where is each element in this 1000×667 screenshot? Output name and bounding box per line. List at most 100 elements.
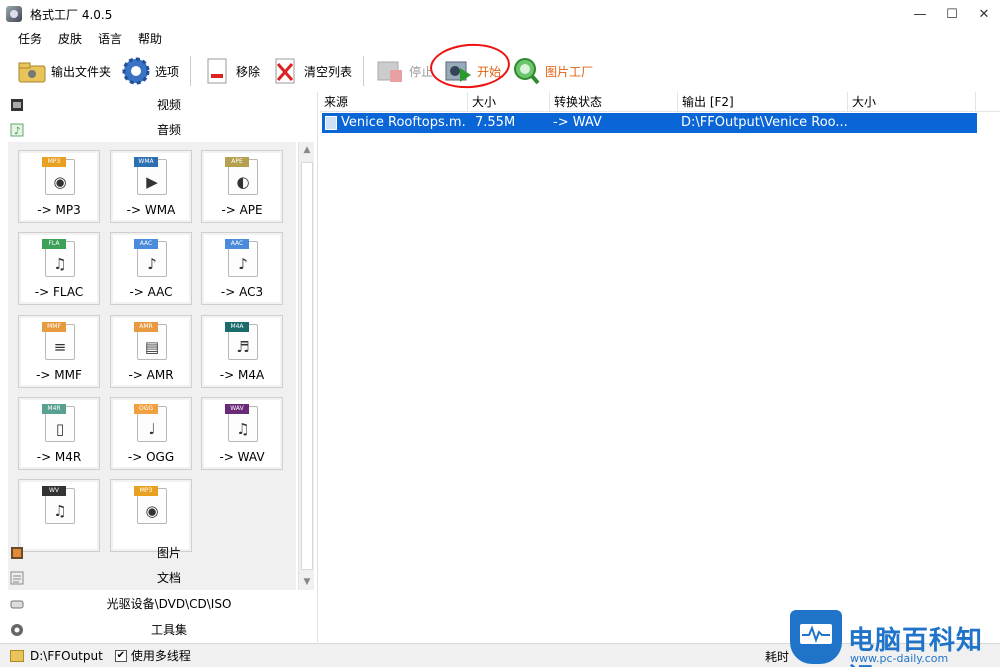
category-tools-label: 工具集 [150, 623, 187, 637]
monitor-icon [800, 624, 832, 644]
audio-file-icon: APE ◐ [225, 157, 258, 195]
format-tile[interactable]: AAC ♪ -> AAC [110, 232, 192, 305]
category-tools[interactable]: 工具集 [0, 617, 318, 642]
category-audio[interactable]: ♪ 音频 [0, 117, 318, 142]
task-table: 来源 大小 转换状态 输出 [F2] 大小 Venice Rooftops.m.… [320, 92, 1000, 642]
title-bar: 格式工厂 4.0.5 — ☐ ✕ [0, 0, 1000, 28]
scroll-thumb[interactable] [301, 162, 313, 570]
multithread-label: 使用多线程 [130, 649, 191, 663]
magnifier-icon [511, 56, 541, 86]
col-size[interactable]: 大小 [468, 92, 550, 112]
format-tile[interactable]: WMA ▶ -> WMA [110, 150, 192, 223]
format-tile-label: -> AAC [129, 285, 173, 299]
audio-file-icon: WAV ♫ [225, 404, 258, 442]
window-title: 格式工厂 4.0.5 [30, 7, 113, 22]
audio-file-icon: AMR ▤ [134, 322, 167, 360]
output-folder-button[interactable]: 输出文件夹 [12, 54, 116, 88]
audio-file-icon: MMF ≡ [42, 322, 75, 360]
format-glyph-icon: ♬ [236, 338, 250, 356]
format-tag: M4A [225, 322, 249, 332]
format-glyph-icon: ▶ [146, 173, 158, 191]
category-picture[interactable]: 图片 [0, 540, 318, 565]
audio-file-icon: MP3 ◉ [42, 157, 75, 195]
format-glyph-icon: ◉ [145, 502, 159, 520]
col-output-size[interactable]: 大小 [848, 92, 976, 112]
cell-source: Venice Rooftops.m... [341, 115, 467, 130]
format-tag: AAC [134, 239, 158, 249]
format-tag: OGG [134, 404, 158, 414]
format-tile-label: -> FLAC [34, 285, 84, 299]
format-tag: WAV [225, 404, 249, 414]
format-glyph-icon: ♫ [236, 420, 250, 438]
format-glyph-icon: ♫ [53, 502, 67, 520]
format-tile-label: -> AC3 [220, 285, 264, 299]
output-path[interactable]: D:\FFOutput [30, 649, 103, 663]
audio-file-icon: WV ♫ [42, 486, 75, 524]
menu-language[interactable]: 语言 [90, 30, 130, 47]
stop-button[interactable]: 停止 [370, 54, 438, 88]
format-tile[interactable]: AAC ♪ -> AC3 [201, 232, 283, 305]
format-tile-label: -> WMA [126, 203, 176, 217]
scroll-up-icon[interactable]: ▲ [299, 142, 315, 158]
category-audio-label: 音频 [156, 123, 181, 137]
category-picture-label: 图片 [156, 546, 181, 560]
format-glyph-icon: ♩ [148, 420, 156, 438]
close-button[interactable]: ✕ [968, 0, 1000, 28]
multithread-checkbox[interactable]: ✔ [114, 649, 127, 662]
format-tag: MP3 [134, 486, 158, 496]
menu-help[interactable]: 帮助 [130, 30, 170, 47]
format-glyph-icon: ▤ [144, 338, 160, 356]
picture-factory-label: 图片工厂 [545, 64, 594, 79]
format-glyph-icon: ♫ [53, 255, 67, 273]
format-tile[interactable]: FLA ♫ -> FLAC [18, 232, 100, 305]
col-status[interactable]: 转换状态 [550, 92, 678, 112]
menu-skin[interactable]: 皮肤 [50, 30, 90, 47]
col-source[interactable]: 来源 [320, 92, 468, 112]
format-tag: FLA [42, 239, 66, 249]
format-tile[interactable]: M4A ♬ -> M4A [201, 315, 283, 388]
audio-format-grid: MP3 ◉ -> MP3 WMA ▶ -> WMA APE ◐ -> APE FLA ♫ -> FLA… [8, 142, 296, 590]
remove-label: 移除 [236, 64, 261, 79]
stop-icon [375, 56, 405, 86]
clear-list-button[interactable]: 清空列表 [265, 54, 357, 88]
category-document-label: 文档 [156, 571, 181, 585]
output-folder-label: 输出文件夹 [51, 64, 112, 79]
format-glyph-icon: ◉ [53, 173, 67, 191]
format-tile-label: -> AMR [128, 368, 174, 382]
format-tile-label: -> M4A [219, 368, 265, 382]
format-tile-label: -> M4R [36, 450, 82, 464]
format-tag: WMA [134, 157, 158, 167]
format-tile-label: -> MP3 [37, 203, 81, 217]
audio-file-icon: M4R ▯ [42, 404, 75, 442]
col-output[interactable]: 输出 [F2] [678, 92, 848, 112]
category-video[interactable]: 视频 [0, 92, 318, 117]
format-tile[interactable]: MMF ≡ -> MMF [18, 315, 100, 388]
format-tile[interactable]: APE ◐ -> APE [201, 150, 283, 223]
gear-icon [121, 56, 151, 86]
maximize-button[interactable]: ☐ [936, 0, 968, 28]
minimize-button[interactable]: — [904, 0, 936, 28]
format-tile-label: -> APE [221, 203, 263, 217]
remove-button[interactable]: 移除 [197, 54, 265, 88]
folder-icon[interactable] [10, 649, 24, 662]
format-tag: AAC [225, 239, 249, 249]
format-tile[interactable]: WAV ♫ -> WAV [201, 397, 283, 470]
category-optical-label: 光驱设备\DVD\CD\ISO [106, 597, 232, 611]
format-tile-label: -> OGG [127, 450, 175, 464]
picture-factory-button[interactable]: 图片工厂 [506, 54, 598, 88]
format-tile-label: -> WAV [219, 450, 265, 464]
format-tile[interactable]: OGG ♩ -> OGG [110, 397, 192, 470]
audio-file-icon: AAC ♪ [225, 239, 258, 277]
options-button[interactable]: 选项 [116, 54, 184, 88]
menu-task[interactable]: 任务 [10, 30, 50, 47]
audio-file-icon: OGG ♩ [134, 404, 167, 442]
format-tag: MMF [42, 322, 66, 332]
category-document[interactable]: 文档 [0, 565, 318, 590]
grid-scrollbar[interactable]: ▲ ▼ [298, 142, 314, 590]
table-row[interactable]: Venice Rooftops.m... 7.55M -> WAV D:\FFO… [322, 113, 977, 133]
format-tile[interactable]: MP3 ◉ -> MP3 [18, 150, 100, 223]
format-tile[interactable]: AMR ▤ -> AMR [110, 315, 192, 388]
format-tile[interactable]: M4R ▯ -> M4R [18, 397, 100, 470]
table-header: 来源 大小 转换状态 输出 [F2] 大小 [320, 92, 1000, 112]
category-optical[interactable]: 光驱设备\DVD\CD\ISO [0, 591, 318, 616]
